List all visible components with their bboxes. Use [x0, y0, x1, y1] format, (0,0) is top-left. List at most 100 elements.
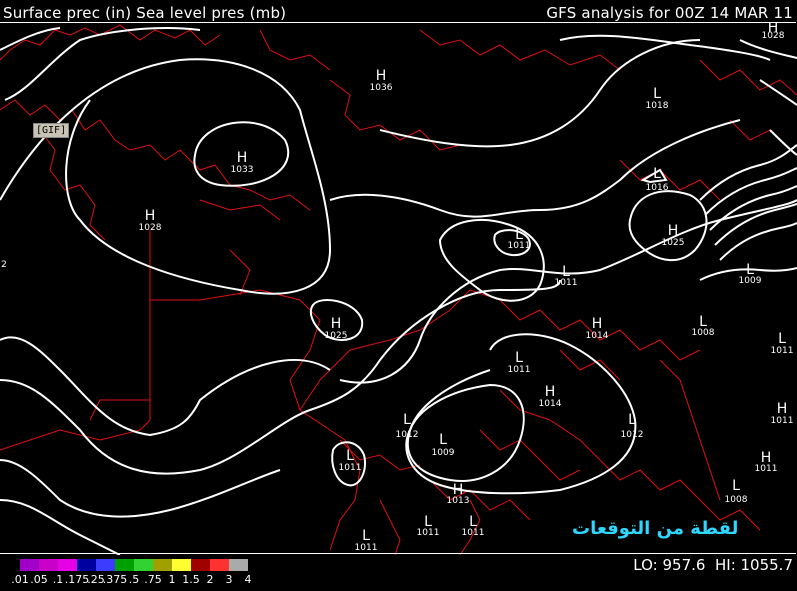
svg-text:1009: 1009 [739, 276, 762, 286]
svg-text:H: H [331, 316, 342, 332]
legend-label: 2 [206, 573, 214, 586]
legend-label: 3 [225, 573, 233, 586]
svg-text:1011: 1011 [355, 543, 378, 553]
pressure-center: L1018 [646, 86, 669, 111]
pressure-center: L 1012 [621, 412, 644, 440]
legend-label: .375 [102, 573, 128, 586]
svg-text:1014: 1014 [539, 399, 562, 409]
svg-text:H: H [237, 150, 248, 166]
svg-text:L: L [732, 478, 740, 494]
pressure-center: H1028 [762, 22, 785, 41]
svg-text:1025: 1025 [325, 331, 348, 341]
legend-label: .01 [11, 573, 29, 586]
pressure-center: L1008 [692, 314, 715, 338]
legend-swatch [20, 559, 39, 571]
svg-text:1011: 1011 [462, 528, 485, 538]
svg-text:H: H [668, 223, 679, 239]
legend-label: .75 [144, 573, 162, 586]
isobars [0, 27, 797, 555]
svg-text:1011: 1011 [508, 241, 531, 251]
precip-legend-labels: .01.05.1.175.25.375.5.75 1 1.5 2 3 4 [0, 573, 420, 589]
pressure-center: L1011 [462, 514, 485, 538]
svg-text:1009: 1009 [432, 448, 455, 458]
svg-text:H: H [777, 401, 788, 417]
lo-hi-readout: LO: 957.6 HI: 1055.7 [633, 556, 793, 574]
pressure-center: H1011 [771, 401, 794, 426]
svg-text:L: L [346, 448, 354, 464]
svg-text:1008: 1008 [725, 495, 748, 505]
svg-text:1008: 1008 [692, 328, 715, 338]
pressure-center: H1025 [325, 316, 348, 341]
pressure-center: L1011 [355, 528, 378, 553]
svg-text:1025: 1025 [662, 238, 685, 248]
svg-text:L: L [628, 412, 636, 428]
legend-swatch [115, 559, 134, 571]
svg-text:L: L [653, 86, 661, 102]
pressure-center: L1011 [771, 331, 794, 356]
svg-text:1028: 1028 [762, 31, 785, 41]
svg-text:1033: 1033 [231, 165, 254, 175]
legend-label: .1 [52, 573, 64, 586]
hi-value: HI: 1055.7 [714, 556, 793, 574]
svg-text:1018: 1018 [646, 101, 669, 111]
svg-text:1028: 1028 [139, 223, 162, 233]
svg-text:L: L [362, 528, 370, 544]
precip-color-legend [20, 559, 248, 571]
svg-text:H: H [145, 208, 156, 224]
pressure-center: L1009 [432, 432, 455, 458]
svg-text:L: L [653, 166, 661, 182]
pressure-center: H1033 [231, 150, 254, 175]
legend-label: .05 [30, 573, 48, 586]
legend-swatch [39, 559, 58, 571]
svg-text:1011: 1011 [508, 365, 531, 375]
svg-text:1011: 1011 [417, 528, 440, 538]
legend-swatch [229, 559, 248, 571]
legend-swatch [172, 559, 191, 571]
pressure-centers: H1036 H1033 H1028 H1025 L1011 L1011 H101… [1, 22, 793, 553]
svg-text:L: L [515, 350, 523, 366]
pressure-center: L1009 [739, 262, 762, 286]
weather-map: H1036 H1033 H1028 H1025 L1011 L1011 H101… [0, 22, 797, 555]
pressure-center: L1011 [339, 448, 362, 473]
coastlines-borders [0, 24, 797, 555]
pressure-center: H1028 [139, 208, 162, 233]
legend-swatch [77, 559, 96, 571]
svg-text:1011: 1011 [755, 464, 778, 474]
svg-text:1011: 1011 [555, 278, 578, 288]
svg-text:1011: 1011 [339, 463, 362, 473]
legend-label: 4 [244, 573, 252, 586]
legend-swatch [134, 559, 153, 571]
svg-text:1036: 1036 [370, 83, 393, 93]
edge-label: 2 [1, 260, 7, 270]
pressure-center: L 1012 [396, 412, 419, 440]
svg-text:1011: 1011 [771, 416, 794, 426]
lo-value: LO: 957.6 [633, 556, 706, 574]
legend-label: .175 [64, 573, 90, 586]
pressure-center: L1011 [417, 514, 440, 538]
svg-text:H: H [545, 384, 556, 400]
legend-swatch [210, 559, 229, 571]
legend-swatch [58, 559, 77, 571]
svg-text:L: L [778, 331, 786, 347]
pressure-center: H1025 [662, 223, 685, 248]
chart-title: Surface prec (in) Sea level pres (mb) [3, 4, 287, 22]
svg-text:1014: 1014 [586, 331, 609, 341]
svg-text:L: L [403, 412, 411, 428]
gif-button[interactable]: [GIF] [33, 123, 70, 138]
pressure-center: H1013 [447, 482, 470, 506]
legend-swatch [153, 559, 172, 571]
pressure-center: H1014 [539, 384, 562, 409]
legend-label: .5 [128, 573, 140, 586]
svg-text:H: H [376, 68, 387, 84]
legend-swatch [191, 559, 210, 571]
svg-text:1013: 1013 [447, 496, 470, 506]
legend-label: 1 [168, 573, 176, 586]
pressure-center: L1008 [725, 478, 748, 505]
legend-label: 1.5 [182, 573, 200, 586]
pressure-center: H1036 [370, 68, 393, 93]
svg-text:L: L [439, 432, 447, 448]
pressure-center: H1011 [755, 450, 778, 474]
watermark-text: لقطة من التوقعات [572, 518, 739, 539]
legend-swatch [96, 559, 115, 571]
svg-text:1012: 1012 [621, 430, 644, 440]
